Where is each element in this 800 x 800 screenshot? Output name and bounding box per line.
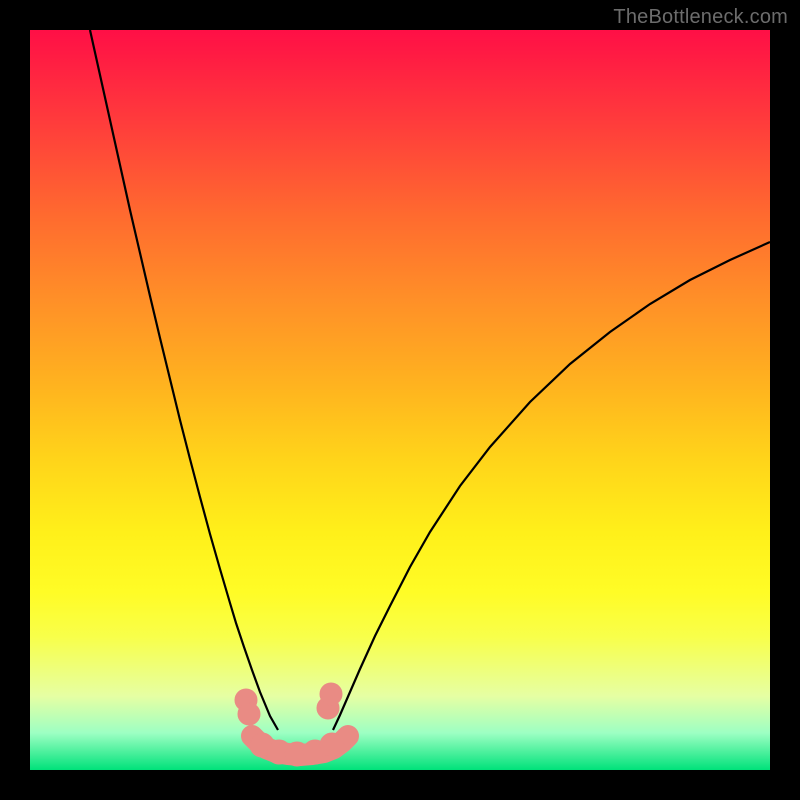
marker-dot (320, 733, 344, 757)
curve-left-branch (90, 30, 278, 730)
marker-dot (320, 683, 342, 705)
marker-dot (238, 703, 260, 725)
plot-svg (30, 30, 770, 770)
gradient-plot-area (30, 30, 770, 770)
curve-right-branch (333, 242, 770, 730)
marker-group (235, 683, 344, 766)
watermark-text: TheBottleneck.com (613, 6, 788, 29)
